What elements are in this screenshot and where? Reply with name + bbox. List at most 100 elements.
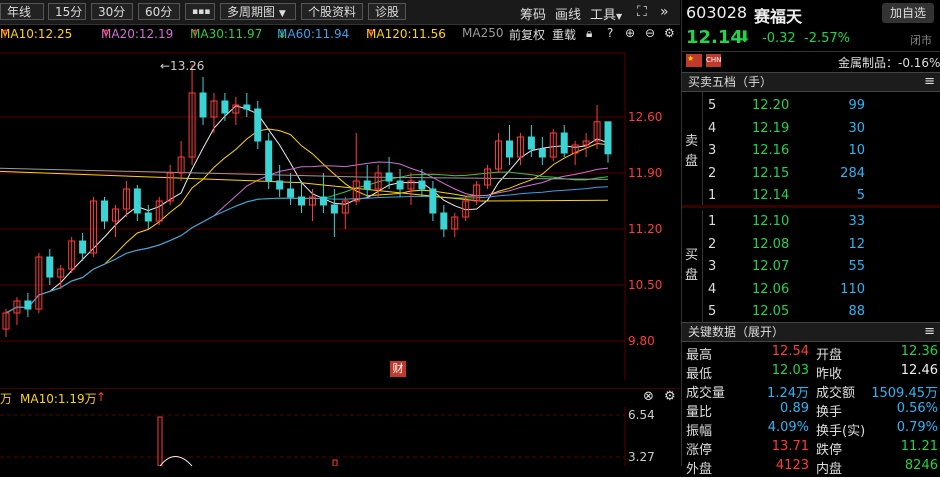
key-value: 0.56% xyxy=(896,401,938,416)
level-price: 12.20 xyxy=(752,98,790,113)
stock-info-button[interactable]: 个股资料 xyxy=(301,3,363,20)
chip-button[interactable]: 筹码 xyxy=(520,4,546,23)
key-label: 最高 xyxy=(686,348,713,363)
overlay-button[interactable]: 重载 xyxy=(552,26,576,43)
collapse-arrows-icon[interactable]: » xyxy=(660,4,669,20)
candle-body xyxy=(46,256,54,278)
candle-body xyxy=(418,180,426,190)
candle-body xyxy=(133,188,141,214)
zoom-in-icon[interactable]: ⊕ xyxy=(625,26,635,40)
vol-tick-top: 6.54 xyxy=(628,408,655,422)
level-number: 4 xyxy=(708,281,717,297)
candle-body xyxy=(604,121,612,155)
key-value: 11.21 xyxy=(900,439,938,454)
level-price: 12.06 xyxy=(752,281,790,297)
divider xyxy=(682,51,940,52)
key-data-header[interactable]: 关键数据（展开） ≡ xyxy=(682,322,940,342)
y-tick-label: 12.60 xyxy=(628,110,662,124)
buy-level-row[interactable]: 5 12.05 88 xyxy=(682,301,940,323)
ma-legend: MA10:12.25 ↑ MA20:12.19 ↑ MA30:11.97 ↑ MA60… xyxy=(0,26,675,43)
period-year-button[interactable]: 年线 xyxy=(0,3,44,20)
volume-ma10-label: MA10:1.19万 xyxy=(20,392,97,406)
candle-body xyxy=(24,300,32,310)
ma250-line xyxy=(0,167,609,180)
menu-icon[interactable]: ≡ xyxy=(924,73,935,91)
book-divider xyxy=(682,205,940,208)
key-label: 涨停 xyxy=(686,443,713,458)
period-15min-button[interactable]: 15分 xyxy=(48,3,86,20)
level-volume: 99 xyxy=(848,98,865,113)
order-book-header: 买卖五档（手） ≡ xyxy=(682,72,940,92)
key-value: 1509.45万 xyxy=(871,386,938,401)
key-label: 最低 xyxy=(686,367,713,382)
key-label: 昨收 xyxy=(816,367,843,382)
key-label: 换手(实) xyxy=(816,424,866,439)
sell-level-row[interactable]: 1 12.14 5 xyxy=(682,185,940,207)
more-periods-button[interactable]: ▪▪▪ xyxy=(185,3,215,20)
key-label: 成交额 xyxy=(816,386,856,401)
volume-bar xyxy=(157,416,163,466)
buy-level-row[interactable]: 2 12.08 12 xyxy=(682,234,940,256)
settings-icon[interactable]: ⚙ xyxy=(664,389,676,404)
key-data-row: 振幅 4.09% 换手(实) 0.79% xyxy=(682,419,940,439)
buy-level-row[interactable]: 1 12.10 33 xyxy=(682,211,940,233)
lock-icon[interactable]: 🔒︎ xyxy=(586,26,592,41)
add-favorite-button[interactable]: 加自选 xyxy=(882,3,934,23)
level-volume: 88 xyxy=(848,304,865,319)
volume-bar xyxy=(332,459,338,466)
zoom-out-icon[interactable]: ⊖ xyxy=(645,26,655,40)
buy-level-row[interactable]: 4 12.06 110 xyxy=(682,279,940,301)
key-value: 12.36 xyxy=(900,344,938,359)
volume-unit: 万 xyxy=(0,392,13,406)
key-data-row: 最高 12.54 开盘 12.36 xyxy=(682,343,940,363)
level-price: 12.15 xyxy=(752,165,790,181)
order-book-title: 买卖五档（手） xyxy=(688,75,773,89)
current-price: 12.14 xyxy=(686,27,743,48)
price-change-pct: -2.57% xyxy=(804,31,850,46)
sell-level-row[interactable]: 2 12.15 284 xyxy=(682,163,940,185)
dropdown-arrow-icon: ▼ xyxy=(616,12,623,21)
candle-body xyxy=(396,180,404,190)
settings-icon[interactable]: ⚙ xyxy=(664,26,675,40)
help-icon[interactable]: ? xyxy=(607,26,613,40)
candle-body xyxy=(79,240,87,254)
adjust-mode-button[interactable]: 前复权 xyxy=(509,26,545,43)
candle-body xyxy=(221,100,229,114)
sell-level-row[interactable]: 4 12.19 30 xyxy=(682,118,940,140)
key-label: 外盘 xyxy=(686,462,713,477)
key-label: 开盘 xyxy=(816,348,843,363)
y-tick-label: 9.80 xyxy=(628,334,655,348)
level-number: 1 xyxy=(708,214,717,229)
sell-level-row[interactable]: 5 12.20 99 xyxy=(682,95,940,117)
sell-level-row[interactable]: 3 12.16 10 xyxy=(682,140,940,162)
buy-level-row[interactable]: 3 12.07 55 xyxy=(682,256,940,278)
key-label: 量比 xyxy=(686,405,713,420)
sector-change[interactable]: 金属制品：-0.16% xyxy=(838,54,940,71)
level-volume: 55 xyxy=(848,259,865,274)
level-price: 12.05 xyxy=(752,304,790,319)
price-change: -0.32 xyxy=(762,31,796,46)
expand-icon[interactable]: ⛶ xyxy=(637,4,647,20)
level-number: 5 xyxy=(708,98,717,113)
finance-badge[interactable]: 财 xyxy=(390,361,406,377)
period-60min-button[interactable]: 60分 xyxy=(138,3,180,20)
high-price-marker: ←13.26 xyxy=(160,59,204,73)
close-panel-icon[interactable]: ⊗ xyxy=(643,389,654,404)
volume-chart[interactable]: 6.54 3.27 xyxy=(0,407,680,466)
key-value: 12.46 xyxy=(900,363,938,378)
quote-panel: 603028 赛福天 加自选 12.14 ⬇ -0.32 -2.57% 闭市 ★… xyxy=(681,0,940,477)
kline-chart[interactable]: 12.60 11.90 11.20 10.50 9.80 ←13.26 xyxy=(0,44,680,388)
multi-period-dropdown[interactable]: 多周期图 ▼ xyxy=(220,3,296,20)
diagnose-button[interactable]: 诊股 xyxy=(368,3,406,20)
key-label: 成交量 xyxy=(686,386,726,401)
key-value: 12.03 xyxy=(771,363,809,378)
candle-body xyxy=(330,204,338,214)
tools-dropdown[interactable]: 工具▼ xyxy=(590,4,622,23)
period-30min-button[interactable]: 30分 xyxy=(91,3,133,20)
candle-body xyxy=(265,140,273,182)
draw-line-button[interactable]: 画线 xyxy=(555,4,581,23)
up-arrow-icon: ↑ xyxy=(96,390,107,404)
menu-icon[interactable]: ≡ xyxy=(924,323,935,341)
chart-toolbar: 年线 15分 30分 60分 ▪▪▪ 多周期图 ▼ 个股资料 诊股 筹码 画线 … xyxy=(0,0,680,25)
candle-body xyxy=(527,136,535,150)
